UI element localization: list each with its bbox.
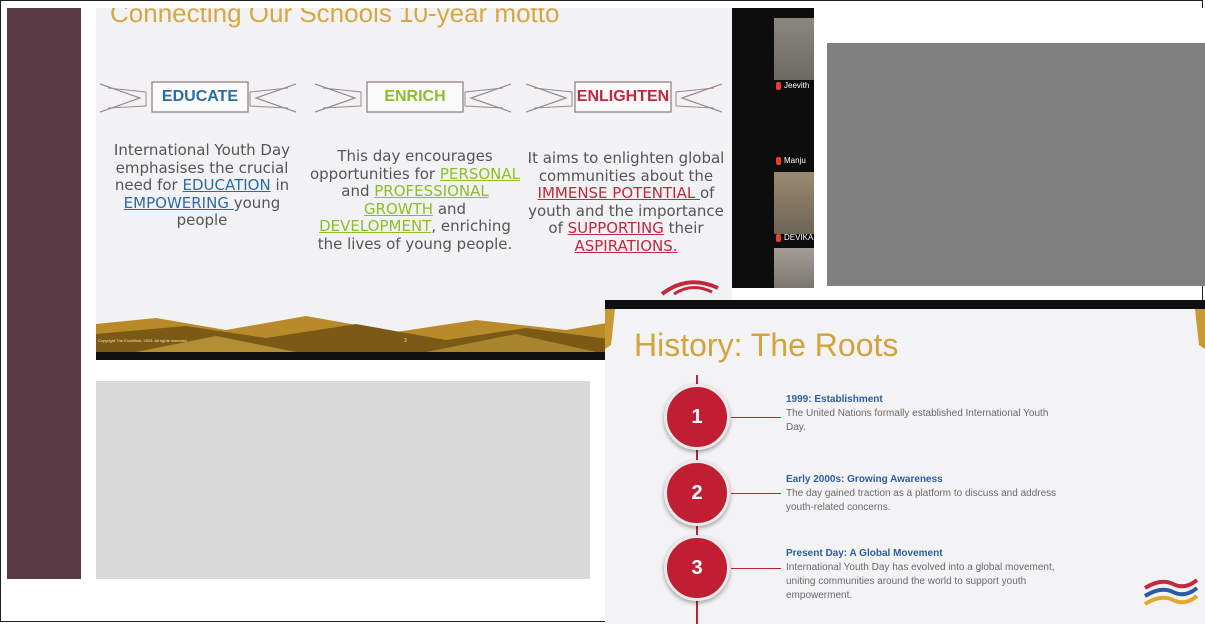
participant-video-tile[interactable] — [774, 248, 814, 288]
timeline-description: The day gained traction as a platform to… — [786, 488, 1057, 513]
timeline-step-circle: 3 — [664, 535, 730, 601]
ribbon-banner: EDUCATE — [100, 78, 296, 118]
highlighted-keyword: SUPPORTING — [567, 219, 664, 237]
paragraph-text: and — [433, 199, 467, 218]
timeline-heading: Present Day: A Global Movement — [786, 548, 943, 559]
highlighted-keyword: DEVELOPMENT — [319, 217, 432, 235]
paragraph-text: and — [341, 182, 375, 200]
participant-name: Manju — [784, 156, 806, 165]
timeline-connector — [731, 568, 781, 569]
gold-corner-right — [1195, 309, 1205, 349]
timeline-heading: 1999: Establishment — [786, 394, 883, 405]
page-number: 3 — [404, 338, 407, 344]
timeline-heading: Early 2000s: Growing Awareness — [786, 474, 943, 485]
video-placeholder-light — [96, 381, 590, 579]
shared-slide-history: History: The Roots 1 1999: Establishment T… — [605, 300, 1205, 624]
video-participant-strip: Jeevith Manju DEVIKA — [732, 8, 814, 288]
timeline-description: International Youth Day has evolved into… — [786, 562, 1055, 601]
highlighted-keyword: PERSONAL — [439, 164, 520, 183]
timeline-step-circle: 1 — [664, 384, 730, 450]
paragraph-text: It aims to enlighten global communities … — [527, 149, 725, 185]
ribbon-banner: ENRICH — [315, 78, 511, 118]
participant-video-tile[interactable] — [774, 172, 814, 234]
gold-corner-left — [605, 309, 615, 349]
ribbon-label: EDUCATE — [161, 88, 239, 105]
logo-stripes-icon — [1143, 578, 1199, 606]
highlighted-keyword: ASPIRATIONS. — [574, 236, 678, 255]
blank-panel — [814, 8, 1205, 43]
motto-paragraph: This day encourages opportunities for PE… — [308, 147, 522, 253]
highlighted-keyword: PROFESSIONAL GROWTH — [363, 182, 489, 218]
participant-video-tile[interactable] — [774, 18, 814, 80]
slide-title: History: The Roots — [634, 327, 899, 363]
timeline-step-circle: 2 — [664, 460, 730, 526]
side-color-bar — [7, 8, 81, 579]
timeline-description: The United Nations formally established … — [786, 408, 1049, 433]
copyright-text: Copyright The Excellium, 2023. All right… — [98, 338, 188, 343]
participant-name: DEVIKA — [784, 233, 814, 242]
ribbon-label: ENLIGHTEN — [576, 88, 670, 105]
highlighted-keyword: EDUCATION — [182, 176, 271, 194]
timeline-connector — [731, 493, 781, 494]
ribbon-banner: ENLIGHTEN — [526, 78, 722, 118]
mic-muted-icon — [776, 82, 781, 90]
paragraph-text: their — [663, 219, 704, 237]
highlighted-keyword: EMPOWERING — [123, 193, 234, 212]
slide-title: Connecting Our Schools 10-year motto — [110, 8, 560, 28]
mic-muted-icon — [776, 234, 781, 242]
timeline-connector — [731, 417, 781, 418]
paragraph-text: in — [270, 176, 290, 194]
video-placeholder-grey — [827, 43, 1205, 286]
ribbon-label: ENRICH — [384, 88, 446, 105]
motto-paragraph: International Youth Day emphasises the c… — [96, 141, 308, 230]
logo-fragment-icon — [660, 280, 719, 296]
slide-top-bar — [605, 300, 1205, 309]
mic-muted-icon — [776, 157, 781, 165]
motto-paragraph: It aims to enlighten global communities … — [520, 149, 732, 255]
highlighted-keyword: IMMENSE POTENTIAL — [537, 184, 700, 202]
participant-name: Jeevith — [784, 81, 810, 90]
